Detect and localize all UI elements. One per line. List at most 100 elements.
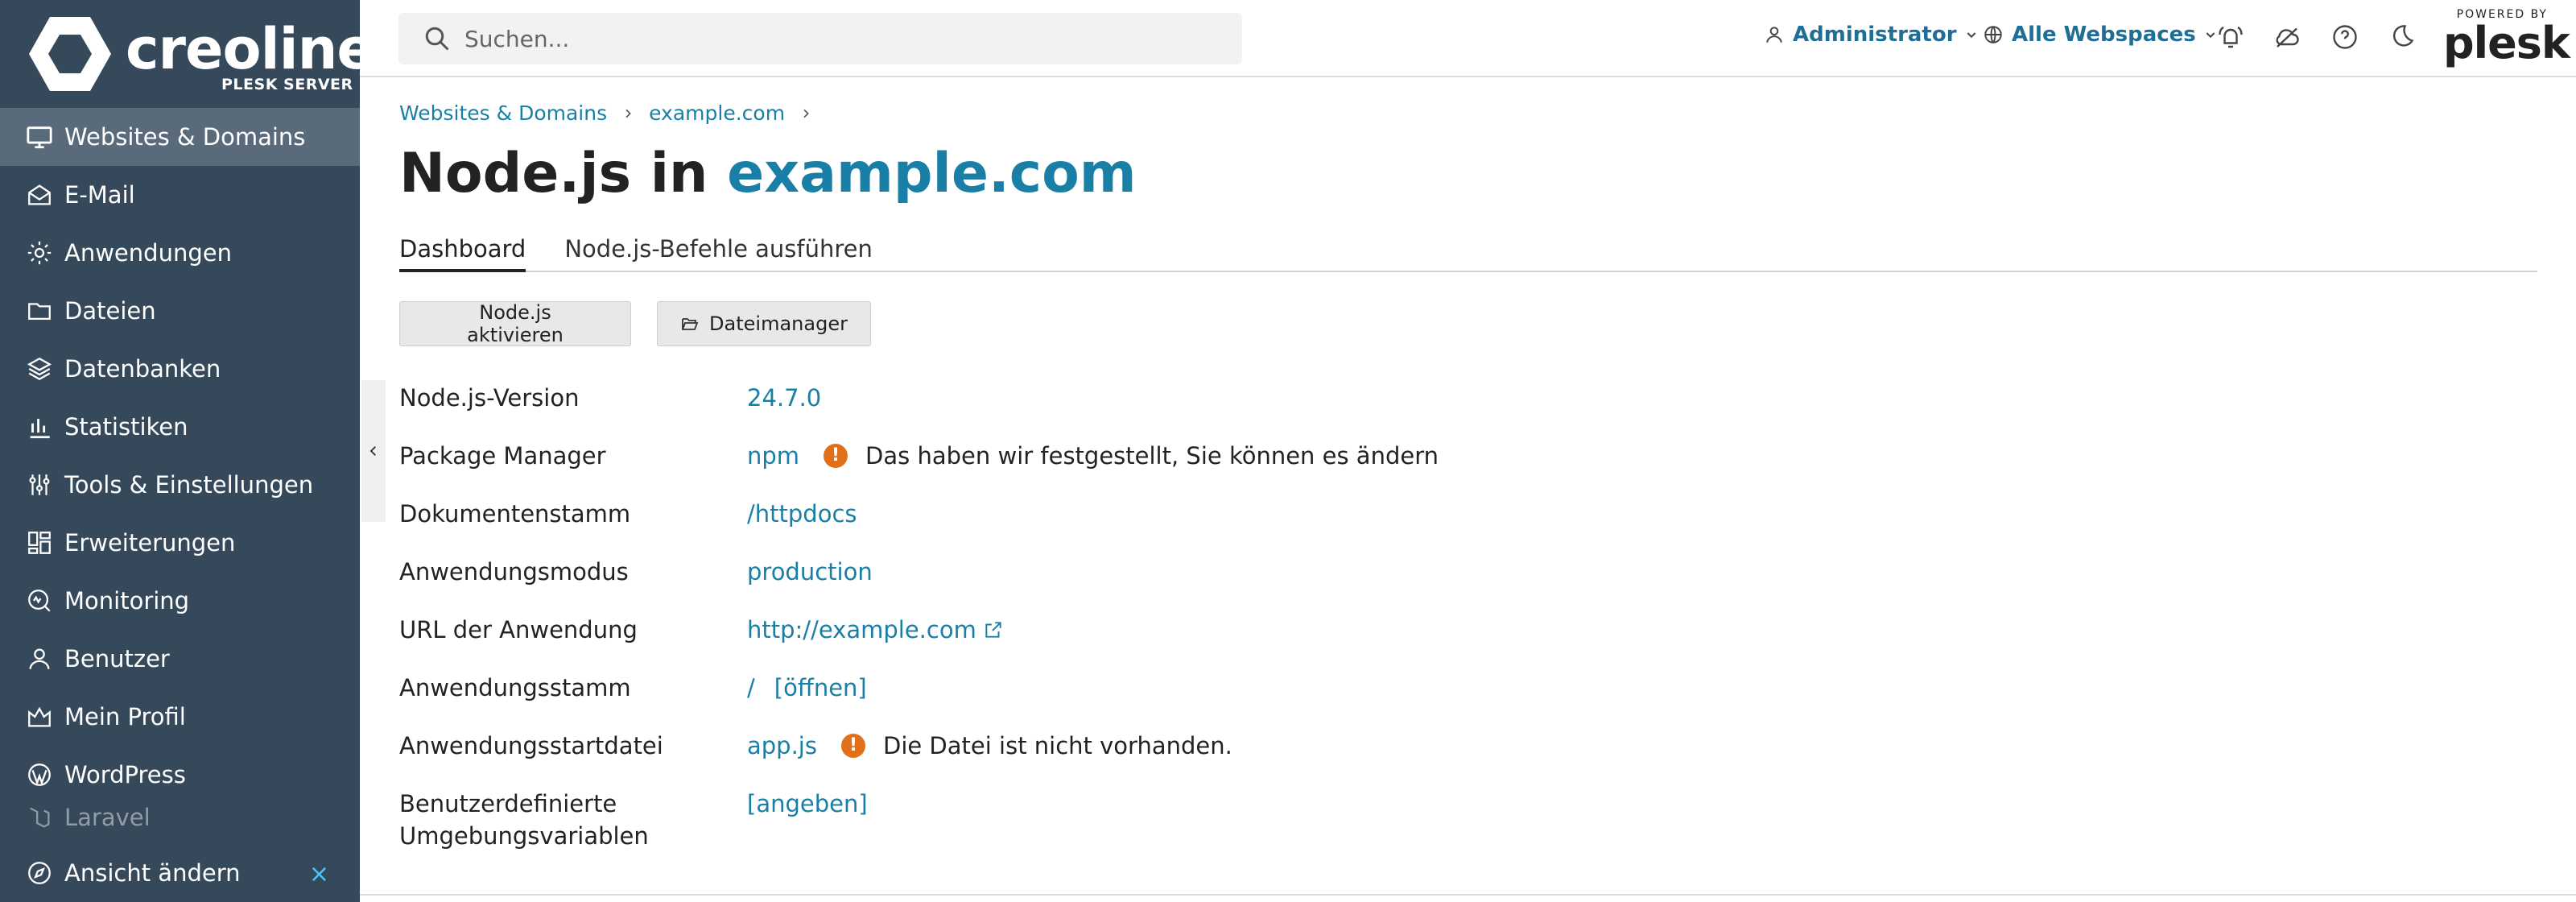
- cloud-sync-icon[interactable]: [2273, 23, 2301, 52]
- user-name: Administrator: [1793, 23, 1957, 47]
- sidebar-item-email[interactable]: E-Mail: [0, 166, 360, 224]
- startup-file-note: Die Datei ist nicht vorhanden.: [882, 732, 1232, 759]
- warning-icon: !: [824, 444, 848, 468]
- sidebar-item-anwendungen[interactable]: Anwendungen: [0, 224, 360, 282]
- breadcrumb-websites-domains[interactable]: Websites & Domains: [399, 101, 607, 125]
- sidebar-collapse-handle[interactable]: [361, 380, 386, 522]
- search-box[interactable]: [398, 13, 1242, 64]
- plesk-logo[interactable]: POWERED BY plesk: [2443, 8, 2570, 68]
- document-root-link[interactable]: /httpdocs: [747, 498, 857, 530]
- webspaces-label: Alle Webspaces: [2012, 23, 2196, 47]
- sidebar-nav: Websites & Domains E-Mail Anwendungen Da…: [0, 108, 360, 836]
- sidebar-item-label: Websites & Domains: [64, 123, 306, 151]
- sidebar-item-benutzer[interactable]: Benutzer: [0, 630, 360, 688]
- sliders-icon: [29, 474, 50, 495]
- chevron-down-icon: [1967, 32, 1975, 39]
- user-icon: [29, 648, 50, 669]
- webspaces-menu[interactable]: Alle Webspaces: [1983, 23, 2217, 47]
- change-view-label: Ansicht ändern: [64, 859, 241, 887]
- sidebar-item-websites-domains[interactable]: Websites & Domains: [0, 108, 360, 166]
- sidebar-item-mein-profil[interactable]: Mein Profil: [0, 688, 360, 746]
- search-input[interactable]: [464, 25, 1189, 52]
- file-manager-button[interactable]: Dateimanager: [657, 301, 871, 346]
- top-header: Administrator Alle Webspaces POWERED BY …: [360, 0, 2576, 77]
- env-vars-specify-link[interactable]: [angeben]: [747, 788, 868, 820]
- wordpress-icon: [28, 763, 51, 786]
- sidebar: creoline® PLESK SERVER Websites & Domain…: [0, 0, 360, 902]
- sidebar-item-statistiken[interactable]: Statistiken: [0, 398, 360, 456]
- sidebar-item-label: Erweiterungen: [64, 529, 236, 557]
- sidebar-item-dateien[interactable]: Dateien: [0, 282, 360, 340]
- info-label: Node.js-Version: [399, 384, 580, 412]
- sidebar-item-label: Benutzer: [64, 645, 170, 672]
- sidebar-item-laravel[interactable]: Laravel: [0, 804, 360, 836]
- sidebar-item-label: Monitoring: [64, 587, 190, 614]
- change-view-button[interactable]: Ansicht ändern ×: [0, 844, 360, 902]
- package-manager-link[interactable]: npm: [747, 440, 799, 472]
- info-label: URL der Anwendung: [399, 616, 638, 643]
- sidebar-item-label: Mein Profil: [64, 703, 186, 730]
- info-label: Anwendungsmodus: [399, 558, 629, 585]
- layers-icon: [27, 357, 52, 381]
- node-version-link[interactable]: 24.7.0: [747, 382, 821, 414]
- bottom-divider: [360, 894, 2576, 896]
- gear-icon: [27, 241, 52, 265]
- crown-icon: [28, 706, 51, 727]
- sidebar-item-tools[interactable]: Tools & Einstellungen: [0, 456, 360, 514]
- sidebar-item-label: Datenbanken: [64, 355, 221, 383]
- sidebar-item-label: Statistiken: [64, 413, 188, 441]
- activate-nodejs-label: Node.js aktivieren: [467, 301, 564, 346]
- app-url-link[interactable]: http://example.com: [747, 614, 976, 646]
- env-vars-label-line2: Umgebungsvariablen: [399, 822, 649, 850]
- notifications-icon[interactable]: [2216, 23, 2245, 52]
- sidebar-item-datenbanken[interactable]: Datenbanken: [0, 340, 360, 398]
- tab-nodejs-commands[interactable]: Node.js-Befehle ausführen: [564, 235, 873, 272]
- search-icon: [425, 27, 449, 51]
- globe-icon: [1984, 26, 2002, 43]
- warning-icon: !: [840, 734, 865, 758]
- info-label: Dokumentenstamm: [399, 500, 631, 528]
- file-manager-label: Dateimanager: [709, 312, 848, 335]
- brand-name: creoline®: [126, 16, 360, 82]
- app-root-link[interactable]: /: [747, 672, 755, 704]
- mail-icon: [28, 184, 51, 205]
- info-label: Anwendungsstamm: [399, 674, 631, 701]
- sidebar-item-erweiterungen[interactable]: Erweiterungen: [0, 514, 360, 572]
- activate-nodejs-button[interactable]: Node.js aktivieren: [399, 301, 631, 346]
- user-menu[interactable]: Administrator: [1764, 23, 1978, 47]
- sidebar-item-wordpress[interactable]: WordPress: [0, 746, 360, 804]
- folder-open-icon: [682, 318, 699, 330]
- brand-subtitle: PLESK SERVER: [221, 76, 353, 93]
- breadcrumb-example-com[interactable]: example.com: [649, 101, 785, 125]
- user-icon: [1766, 27, 1782, 43]
- sidebar-item-label: Tools & Einstellungen: [64, 471, 314, 499]
- dark-mode-icon[interactable]: [2387, 23, 2416, 52]
- startup-file-link[interactable]: app.js: [747, 730, 817, 762]
- package-manager-note: Das haben wir festgestellt, Sie können e…: [865, 442, 1439, 470]
- env-vars-label-line1: Benutzerdefinierte: [399, 790, 617, 817]
- sidebar-item-label: Dateien: [64, 297, 156, 325]
- creoline-logo-icon: [29, 17, 111, 91]
- chevron-left-icon: [369, 446, 376, 456]
- sidebar-item-monitoring[interactable]: Monitoring: [0, 572, 360, 630]
- external-link-icon[interactable]: [983, 619, 1004, 640]
- brand-logo[interactable]: creoline® PLESK SERVER: [0, 0, 360, 108]
- tab-bar: Dashboard Node.js-Befehle ausführen: [399, 235, 2537, 272]
- sidebar-item-label: E-Mail: [64, 181, 135, 209]
- page-title-prefix: Node.js in: [399, 142, 708, 205]
- app-root-open-link[interactable]: [öffnen]: [774, 672, 867, 704]
- sidebar-item-label: WordPress: [64, 761, 186, 788]
- bar-chart-icon: [30, 419, 50, 439]
- chevron-down-icon: [2206, 32, 2215, 39]
- info-label: Anwendungsstartdatei: [399, 732, 663, 759]
- help-icon[interactable]: [2330, 23, 2359, 52]
- page-title-domain[interactable]: example.com: [727, 142, 1137, 205]
- close-icon[interactable]: ×: [309, 860, 329, 888]
- app-mode-link[interactable]: production: [747, 556, 873, 588]
- tab-dashboard[interactable]: Dashboard: [399, 235, 526, 272]
- folder-icon: [28, 303, 51, 321]
- plesk-wordmark: plesk: [2443, 18, 2570, 68]
- compass-icon: [28, 862, 51, 884]
- monitor-icon: [27, 126, 52, 149]
- sidebar-item-label: Laravel: [64, 804, 151, 831]
